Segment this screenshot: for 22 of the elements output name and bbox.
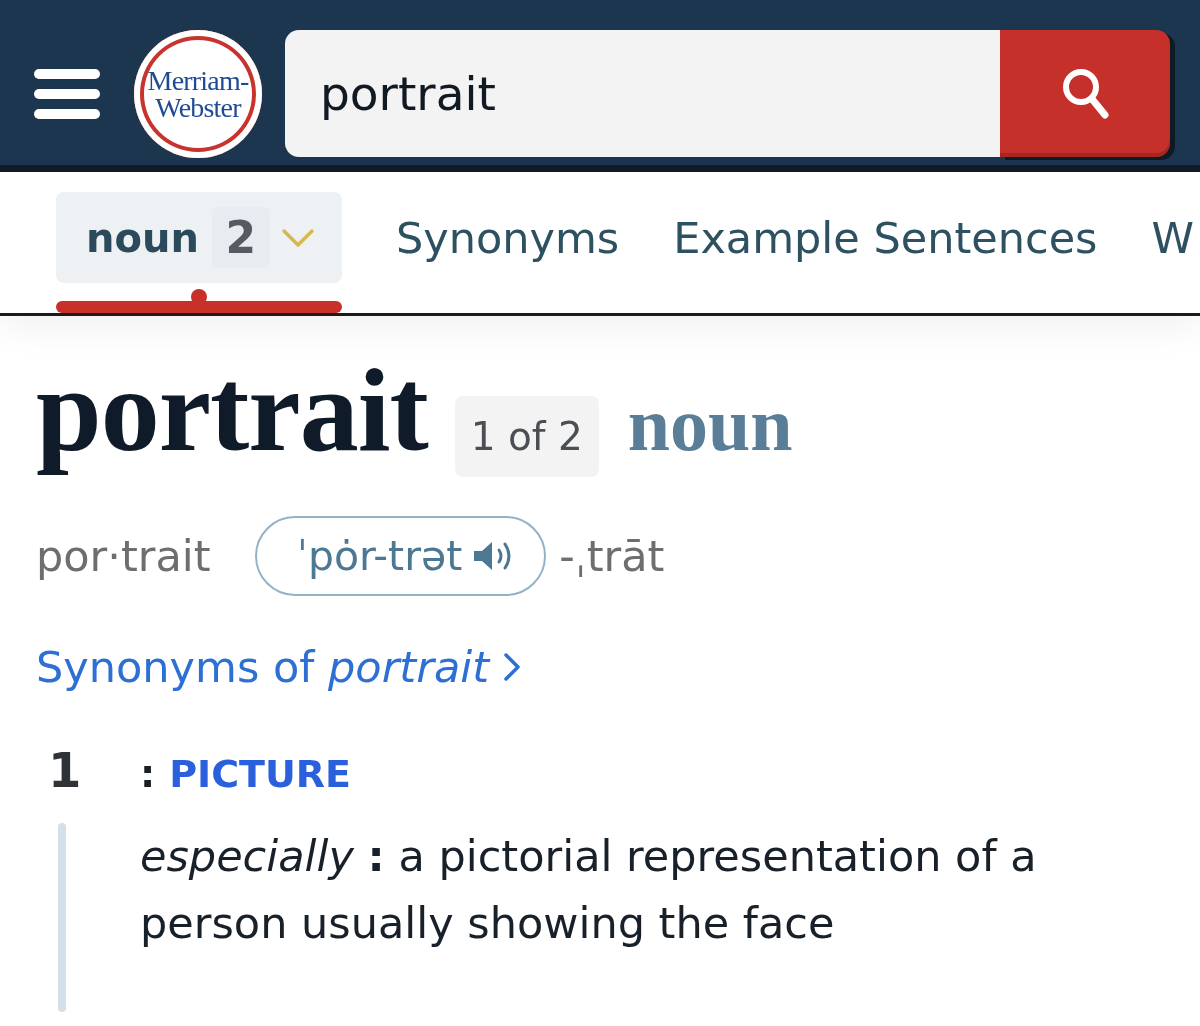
pronunciation-variant: -ˌtrāt (559, 531, 665, 581)
search-field[interactable]: portrait (285, 30, 1000, 157)
tab[interactable]: noun 2 (56, 192, 342, 283)
definition-text: especially : a pictorial representation of a person usually showing the face (140, 830, 1038, 950)
entry-count: 2 (211, 207, 270, 268)
menu-icon (34, 68, 100, 119)
synonyms-link[interactable]: Synonyms of portrait (36, 637, 522, 697)
menu-button[interactable] (34, 68, 100, 119)
part-of-speech[interactable]: noun (627, 381, 793, 468)
cross-reference-link[interactable]: PICTURE (169, 752, 352, 796)
sense-number: 1 (47, 742, 83, 798)
chevron-right-icon (503, 652, 522, 682)
logo[interactable]: Merriam- Webster (134, 29, 262, 158)
tab[interactable]: Example Sentences (673, 192, 1098, 283)
syllables: por·trait (36, 531, 211, 581)
tab[interactable]: W (1151, 192, 1195, 283)
headword: portrait (36, 344, 430, 478)
homograph-label: 1 of 2 (454, 396, 599, 477)
chevron-down-icon (280, 227, 315, 248)
pronunciation-button[interactable]: ˈpȯr-trət (254, 516, 547, 596)
definition-colon: : (140, 752, 156, 796)
tab[interactable]: Synonyms (395, 192, 620, 283)
